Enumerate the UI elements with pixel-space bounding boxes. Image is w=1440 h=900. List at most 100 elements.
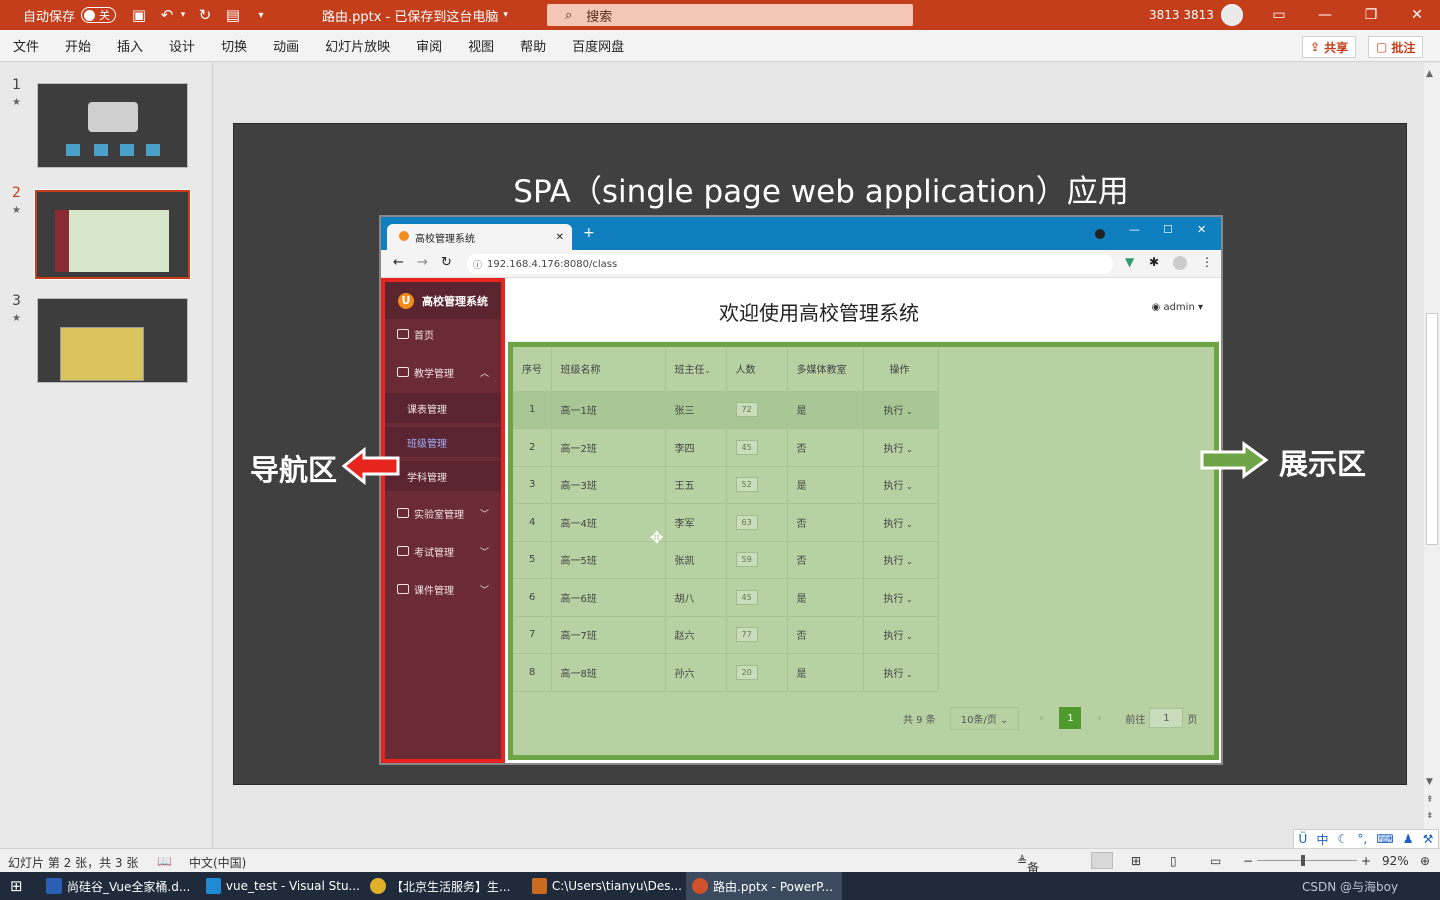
slideshow-icon[interactable]: ▭ bbox=[1210, 854, 1221, 868]
forward-icon[interactable]: → bbox=[417, 255, 428, 270]
tab-baidu-netdisk[interactable]: 百度网盘 bbox=[559, 36, 637, 55]
tab-review[interactable]: 审阅 bbox=[403, 36, 455, 55]
start-button[interactable]: ⊞ bbox=[4, 872, 34, 900]
taskbar-item[interactable]: 路由.pptx - PowerP... bbox=[686, 872, 842, 900]
tab-insert[interactable]: 插入 bbox=[104, 36, 156, 55]
close-tab-icon[interactable]: ✕ bbox=[556, 232, 564, 243]
fit-slide-icon[interactable]: ⊕ bbox=[1420, 854, 1430, 868]
vertical-scrollbar[interactable]: ▲ ▼ ⇞ ⇟ bbox=[1424, 63, 1440, 848]
url-field[interactable]: ⓘ 192.168.4.176:8080/class bbox=[467, 254, 1113, 274]
avatar[interactable] bbox=[1221, 4, 1243, 26]
document-title[interactable]: 路由.pptx - 已保存到这台电脑 ▾ bbox=[322, 0, 508, 30]
tab-slideshow[interactable]: 幻灯片放映 bbox=[312, 36, 403, 55]
slide-thumbnail-3[interactable] bbox=[37, 298, 188, 383]
zoom-in-icon[interactable]: + bbox=[1361, 854, 1371, 868]
menu-item-home[interactable]: 首页 bbox=[385, 319, 501, 349]
menu-item-exam[interactable]: 考试管理 ﹀ bbox=[385, 536, 501, 566]
slide-canvas[interactable]: SPA（single page web application）应用 高校管理系… bbox=[233, 123, 1407, 785]
table-row[interactable]: 5 高一5班 张凯 59 否 执行 ⌄ bbox=[513, 541, 939, 579]
menu-item-lab[interactable]: 实验室管理 ﹀ bbox=[385, 498, 501, 528]
tab-home[interactable]: 开始 bbox=[52, 36, 104, 55]
menu-icon[interactable]: ⋮ bbox=[1201, 255, 1213, 269]
close-icon[interactable]: ✕ bbox=[1394, 7, 1440, 23]
tab-animations[interactable]: 动画 bbox=[260, 36, 312, 55]
customize-toolbar-icon[interactable]: ▾ bbox=[250, 10, 272, 21]
taskbar-item[interactable]: vue_test - Visual Stu... bbox=[200, 872, 360, 900]
execute-dropdown[interactable]: 执行 ⌄ bbox=[863, 578, 939, 617]
minimize-icon[interactable]: — bbox=[1302, 7, 1348, 23]
goto-page-input[interactable]: 1 bbox=[1149, 708, 1184, 728]
submenu-item-schedule[interactable]: 课表管理 bbox=[385, 393, 501, 423]
current-page-button[interactable]: 1 bbox=[1059, 707, 1082, 729]
admin-menu[interactable]: ◉ admin ▾ bbox=[1152, 302, 1203, 313]
reading-view-icon[interactable]: ▯ bbox=[1170, 854, 1177, 868]
prev-page-icon[interactable]: ‹ bbox=[1039, 713, 1043, 724]
next-slide-icon[interactable]: ⇟ bbox=[1426, 811, 1434, 821]
comments-button[interactable]: ▢ 批注 bbox=[1368, 36, 1424, 58]
tab-file[interactable]: 文件 bbox=[0, 36, 52, 55]
zoom-slider[interactable] bbox=[1257, 860, 1357, 861]
execute-dropdown[interactable]: 执行 ⌄ bbox=[863, 653, 939, 692]
punctuation-icon[interactable]: °, bbox=[1357, 832, 1367, 846]
next-page-icon[interactable]: › bbox=[1097, 713, 1101, 724]
taskbar-item[interactable]: 尚硅谷_Vue全家桶.d... bbox=[40, 872, 196, 900]
accessibility-icon[interactable]: 📖 bbox=[157, 854, 172, 868]
execute-dropdown[interactable]: 执行 ⌄ bbox=[863, 616, 939, 654]
zoom-level[interactable]: 92% bbox=[1382, 854, 1409, 868]
back-icon[interactable]: ← bbox=[393, 255, 404, 270]
zoom-out-icon[interactable]: − bbox=[1243, 854, 1253, 868]
execute-dropdown[interactable]: 执行 ⌄ bbox=[863, 541, 939, 579]
table-row[interactable]: 7 高一7班 赵六 77 否 执行 ⌄ bbox=[513, 616, 939, 654]
language-status[interactable]: 中文(中国) bbox=[189, 854, 246, 871]
zoom-slider-thumb[interactable] bbox=[1301, 855, 1305, 866]
vue-devtools-icon[interactable]: ▼ bbox=[1125, 255, 1134, 269]
execute-dropdown[interactable]: 执行 ⌄ bbox=[863, 503, 939, 542]
undo-icon[interactable]: ↶ bbox=[156, 6, 178, 24]
ime-language[interactable]: 中 bbox=[1316, 831, 1328, 848]
save-icon[interactable]: ▣ bbox=[128, 6, 150, 24]
keyboard-icon[interactable]: ⌨ bbox=[1376, 832, 1393, 846]
share-button[interactable]: ⇪ 共享 bbox=[1302, 36, 1357, 58]
table-row[interactable]: 2 高一2班 李四 45 否 执行 ⌄ bbox=[513, 428, 939, 467]
tab-design[interactable]: 设计 bbox=[156, 36, 208, 55]
column-header[interactable]: 班主任⌄ bbox=[665, 347, 727, 392]
ribbon-display-icon[interactable]: ▭ bbox=[1256, 7, 1302, 23]
undo-dropdown-icon[interactable]: ▾ bbox=[178, 10, 188, 20]
moon-icon[interactable]: ☾ bbox=[1338, 832, 1349, 846]
execute-dropdown[interactable]: 执行 ⌄ bbox=[863, 466, 939, 504]
user-icon[interactable]: ♟ bbox=[1403, 832, 1414, 846]
table-row[interactable]: 3 高一3班 王五 52 是 执行 ⌄ bbox=[513, 466, 939, 504]
tab-help[interactable]: 帮助 bbox=[507, 36, 559, 55]
new-tab-icon[interactable]: + bbox=[583, 225, 595, 241]
table-row[interactable]: 1 高一1班 张三 72 是 执行 ⌄ bbox=[513, 391, 939, 429]
normal-view-icon[interactable] bbox=[1091, 852, 1113, 869]
table-row[interactable]: 4 高一4班 李军 63 否 执行 ⌄ bbox=[513, 503, 939, 542]
notes-button[interactable]: ≜ 备注 bbox=[1017, 854, 1039, 892]
close-icon[interactable]: ✕ bbox=[1197, 223, 1206, 236]
previous-slide-icon[interactable]: ⇞ bbox=[1426, 795, 1434, 805]
browser-tab[interactable]: 高校管理系统 ✕ bbox=[387, 224, 572, 250]
slide-thumbnail-2[interactable] bbox=[34, 189, 191, 280]
taskbar-item[interactable]: C:\Users\tianyu\Des... bbox=[526, 872, 682, 900]
slide-thumbnail-1[interactable] bbox=[37, 83, 188, 168]
scrollbar-thumb[interactable] bbox=[1426, 313, 1438, 545]
minimize-icon[interactable]: — bbox=[1129, 223, 1140, 236]
restore-icon[interactable]: ❐ bbox=[1348, 7, 1394, 23]
execute-dropdown[interactable]: 执行 ⌄ bbox=[863, 391, 939, 429]
profile-icon[interactable] bbox=[1095, 229, 1105, 239]
ime-toolbar[interactable]: Ü 中 ☾ °, ⌨ ♟ ⚒ bbox=[1293, 829, 1439, 849]
page-size-select[interactable]: 10条/页 ⌄ bbox=[949, 706, 1020, 730]
table-row[interactable]: 8 高一8班 孙六 20 是 执行 ⌄ bbox=[513, 653, 939, 692]
submenu-item-class[interactable]: 班级管理 bbox=[385, 427, 501, 457]
wrench-icon[interactable]: ⚒ bbox=[1423, 832, 1434, 846]
reload-icon[interactable]: ↻ bbox=[441, 255, 452, 270]
account-icon[interactable] bbox=[1173, 256, 1187, 270]
menu-item-courseware[interactable]: 课件管理 ﹀ bbox=[385, 574, 501, 604]
autosave-toggle[interactable]: 关 bbox=[81, 7, 117, 23]
search-box[interactable]: ⌕ 搜索 bbox=[547, 4, 913, 26]
redo-icon[interactable]: ↻ bbox=[194, 6, 216, 24]
submenu-item-subject[interactable]: 学科管理 bbox=[385, 461, 501, 491]
taskbar-item[interactable]: 【北京生活服务】生... bbox=[364, 872, 522, 900]
present-icon[interactable]: ▤ bbox=[222, 6, 244, 24]
slide-sorter-icon[interactable]: ⊞ bbox=[1131, 854, 1141, 868]
